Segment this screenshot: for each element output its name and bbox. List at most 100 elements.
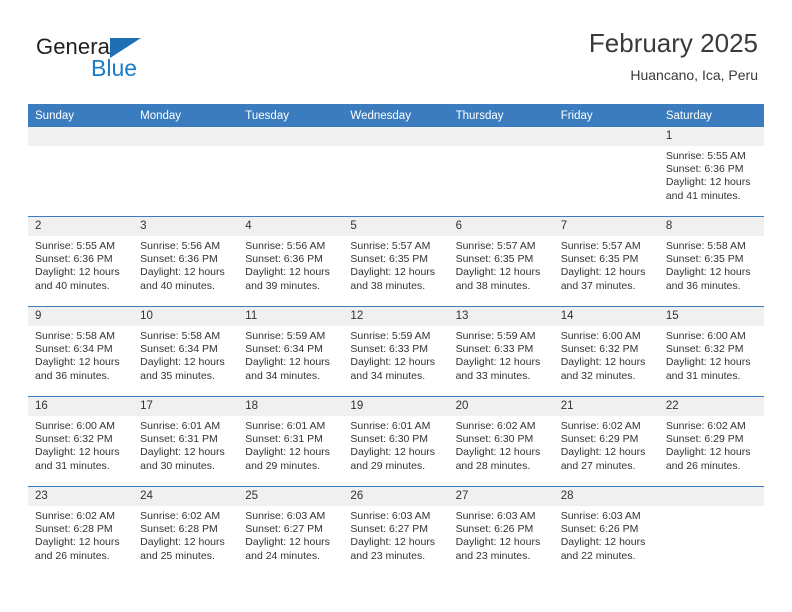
day-number: 9 [28, 307, 134, 326]
calendar-header-row: Sunday Monday Tuesday Wednesday Thursday… [28, 104, 764, 127]
day-number: 16 [28, 397, 134, 416]
daylight-duration: Daylight: 12 hours and 27 minutes. [560, 446, 646, 472]
calendar-day-cell[interactable]: 16 Sunrise: 6:00 AM Sunset: 6:32 PM Dayligh… [28, 396, 134, 487]
sunrise-time: Sunrise: 6:02 AM [35, 510, 115, 522]
title-block: February 2025 Huancano, Ica, Peru [589, 26, 758, 86]
sunset-time: Sunset: 6:35 PM [455, 253, 534, 266]
calendar-day-cell[interactable]: 3 Sunrise: 5:56 AM Sunset: 6:36 PM Daylight… [133, 216, 239, 307]
calendar-day-cell[interactable]: 20 Sunrise: 6:02 AM Sunset: 6:30 PM Dayligh… [448, 396, 554, 487]
calendar-day-cell[interactable]: 7 Sunrise: 5:57 AM Sunset: 6:35 PM Daylight… [553, 216, 659, 307]
calendar-day-cell[interactable]: 27 Sunrise: 6:03 AM Sunset: 6:26 PM Dayligh… [448, 486, 554, 576]
sunset-time: Sunset: 6:35 PM [560, 253, 639, 266]
sunset-time: Sunset: 6:36 PM [245, 253, 323, 266]
day-number: 8 [658, 217, 764, 236]
calendar-day-cell[interactable]: 26 Sunrise: 6:03 AM Sunset: 6:27 PM Dayligh… [343, 486, 449, 576]
calendar-day-cell[interactable]: 11 Sunrise: 5:59 AM Sunset: 6:34 PM Dayligh… [238, 306, 344, 397]
calendar-day-cell[interactable]: 28 Sunrise: 6:03 AM Sunset: 6:26 PM Dayligh… [553, 486, 659, 576]
sunset-time: Sunset: 6:35 PM [350, 253, 429, 266]
calendar-day-cell[interactable]: 8 Sunrise: 5:58 AM Sunset: 6:35 PM Daylight… [658, 216, 764, 307]
daylight-duration: Daylight: 12 hours and 36 minutes. [665, 266, 751, 292]
calendar-day-cell[interactable]: 9 Sunrise: 5:58 AM Sunset: 6:34 PM Daylight… [28, 306, 134, 397]
sunrise-time: Sunrise: 5:58 AM [665, 240, 746, 252]
calendar-table: Sunday Monday Tuesday Wednesday Thursday… [28, 104, 764, 576]
day-number [448, 127, 554, 146]
calendar-cell-empty [448, 127, 554, 217]
sunrise-time: Sunrise: 5:55 AM [665, 150, 746, 162]
day-number [658, 487, 764, 506]
calendar-day-cell[interactable]: 13 Sunrise: 5:59 AM Sunset: 6:33 PM Dayligh… [448, 306, 554, 397]
weekday-header-monday: Monday [133, 104, 239, 127]
day-number [553, 127, 659, 146]
sunrise-time: Sunrise: 6:01 AM [140, 420, 221, 432]
calendar-day-cell[interactable]: 1 Sunrise: 5:55 AM Sunset: 6:36 PM Daylight… [658, 127, 764, 217]
calendar-day-cell[interactable]: 10 Sunrise: 5:58 AM Sunset: 6:34 PM Dayligh… [133, 306, 239, 397]
calendar-day-cell[interactable]: 18 Sunrise: 6:01 AM Sunset: 6:31 PM Dayligh… [238, 396, 344, 487]
daylight-duration: Daylight: 12 hours and 33 minutes. [455, 356, 541, 382]
calendar-day-cell[interactable]: 17 Sunrise: 6:01 AM Sunset: 6:31 PM Dayligh… [133, 396, 239, 487]
sunrise-time: Sunrise: 6:02 AM [560, 420, 641, 432]
day-number: 14 [553, 307, 659, 326]
sunrise-time: Sunrise: 5:57 AM [350, 240, 431, 252]
daylight-duration: Daylight: 12 hours and 31 minutes. [665, 356, 751, 382]
day-sun-info: Sunrise: 5:56 AM Sunset: 6:36 PM Daylight:… [133, 236, 238, 293]
day-sun-info: Sunrise: 5:57 AM Sunset: 6:35 PM Daylight:… [449, 236, 554, 293]
calendar-day-cell[interactable]: 24 Sunrise: 6:02 AM Sunset: 6:28 PM Dayligh… [133, 486, 239, 576]
calendar-day-cell[interactable]: 19 Sunrise: 6:01 AM Sunset: 6:30 PM Dayligh… [343, 396, 449, 487]
calendar-day-cell[interactable]: 4 Sunrise: 5:56 AM Sunset: 6:36 PM Daylight… [238, 216, 344, 307]
day-sun-info: Sunrise: 5:57 AM Sunset: 6:35 PM Daylight:… [554, 236, 659, 293]
sunset-time: Sunset: 6:33 PM [455, 343, 534, 356]
day-number: 3 [133, 217, 239, 236]
calendar-week-row: 2 Sunrise: 5:55 AM Sunset: 6:36 PM Daylight… [28, 216, 764, 307]
sunset-time: Sunset: 6:30 PM [455, 433, 534, 446]
day-number: 1 [658, 127, 764, 146]
sunset-time: Sunset: 6:36 PM [665, 163, 744, 176]
calendar-day-cell[interactable]: 22 Sunrise: 6:02 AM Sunset: 6:29 PM Dayligh… [658, 396, 764, 487]
day-number: 11 [238, 307, 344, 326]
day-number: 25 [238, 487, 344, 506]
calendar-cell-empty [28, 127, 134, 217]
day-sun-info: Sunrise: 6:02 AM Sunset: 6:29 PM Daylight:… [659, 416, 764, 473]
day-number: 22 [658, 397, 764, 416]
sunrise-time: Sunrise: 5:57 AM [560, 240, 641, 252]
day-number: 12 [343, 307, 449, 326]
calendar-day-cell[interactable]: 15 Sunrise: 6:00 AM Sunset: 6:32 PM Dayligh… [658, 306, 764, 397]
sunset-time: Sunset: 6:34 PM [245, 343, 323, 356]
daylight-duration: Daylight: 12 hours and 23 minutes. [350, 536, 436, 562]
daylight-duration: Daylight: 12 hours and 24 minutes. [245, 536, 330, 562]
sunset-time: Sunset: 6:35 PM [665, 253, 744, 266]
calendar-day-cell[interactable]: 12 Sunrise: 5:59 AM Sunset: 6:33 PM Dayligh… [343, 306, 449, 397]
calendar-week-row: 1 Sunrise: 5:55 AM Sunset: 6:36 PM Daylight… [28, 127, 764, 217]
sunset-time: Sunset: 6:32 PM [560, 343, 639, 356]
calendar-week-row: 9 Sunrise: 5:58 AM Sunset: 6:34 PM Daylight… [28, 306, 764, 397]
sunset-time: Sunset: 6:28 PM [35, 523, 113, 536]
calendar-day-cell[interactable]: 2 Sunrise: 5:55 AM Sunset: 6:36 PM Daylight… [28, 216, 134, 307]
daylight-duration: Daylight: 12 hours and 25 minutes. [140, 536, 225, 562]
day-number: 17 [133, 397, 239, 416]
day-sun-info: Sunrise: 6:00 AM Sunset: 6:32 PM Daylight:… [28, 416, 133, 473]
sunset-time: Sunset: 6:36 PM [140, 253, 218, 266]
calendar-day-cell[interactable]: 6 Sunrise: 5:57 AM Sunset: 6:35 PM Daylight… [448, 216, 554, 307]
sunrise-time: Sunrise: 6:01 AM [350, 420, 431, 432]
day-sun-info: Sunrise: 6:03 AM Sunset: 6:27 PM Daylight:… [238, 506, 343, 563]
sunset-time: Sunset: 6:31 PM [140, 433, 218, 446]
calendar-day-cell[interactable]: 25 Sunrise: 6:03 AM Sunset: 6:27 PM Dayligh… [238, 486, 344, 576]
sunrise-time: Sunrise: 5:59 AM [455, 330, 536, 342]
sunrise-time: Sunrise: 5:57 AM [455, 240, 536, 252]
day-number: 26 [343, 487, 449, 506]
day-number: 23 [28, 487, 134, 506]
daylight-duration: Daylight: 12 hours and 40 minutes. [35, 266, 120, 292]
day-sun-info: Sunrise: 6:01 AM Sunset: 6:30 PM Daylight:… [343, 416, 448, 473]
general-blue-logo[interactable]: General Blue [36, 34, 236, 92]
sunrise-time: Sunrise: 6:02 AM [665, 420, 746, 432]
calendar-day-cell[interactable]: 5 Sunrise: 5:57 AM Sunset: 6:35 PM Daylight… [343, 216, 449, 307]
sunset-time: Sunset: 6:31 PM [245, 433, 323, 446]
page-subtitle: Huancano, Ica, Peru [630, 67, 758, 83]
day-sun-info: Sunrise: 6:01 AM Sunset: 6:31 PM Daylight:… [238, 416, 343, 473]
calendar-day-cell[interactable]: 21 Sunrise: 6:02 AM Sunset: 6:29 PM Dayligh… [553, 396, 659, 487]
sunrise-time: Sunrise: 5:55 AM [35, 240, 115, 252]
calendar-day-cell[interactable]: 23 Sunrise: 6:02 AM Sunset: 6:28 PM Dayligh… [28, 486, 134, 576]
calendar-day-cell[interactable]: 14 Sunrise: 6:00 AM Sunset: 6:32 PM Dayligh… [553, 306, 659, 397]
weekday-header-tuesday: Tuesday [238, 104, 344, 127]
sunset-time: Sunset: 6:29 PM [665, 433, 744, 446]
day-number: 19 [343, 397, 449, 416]
